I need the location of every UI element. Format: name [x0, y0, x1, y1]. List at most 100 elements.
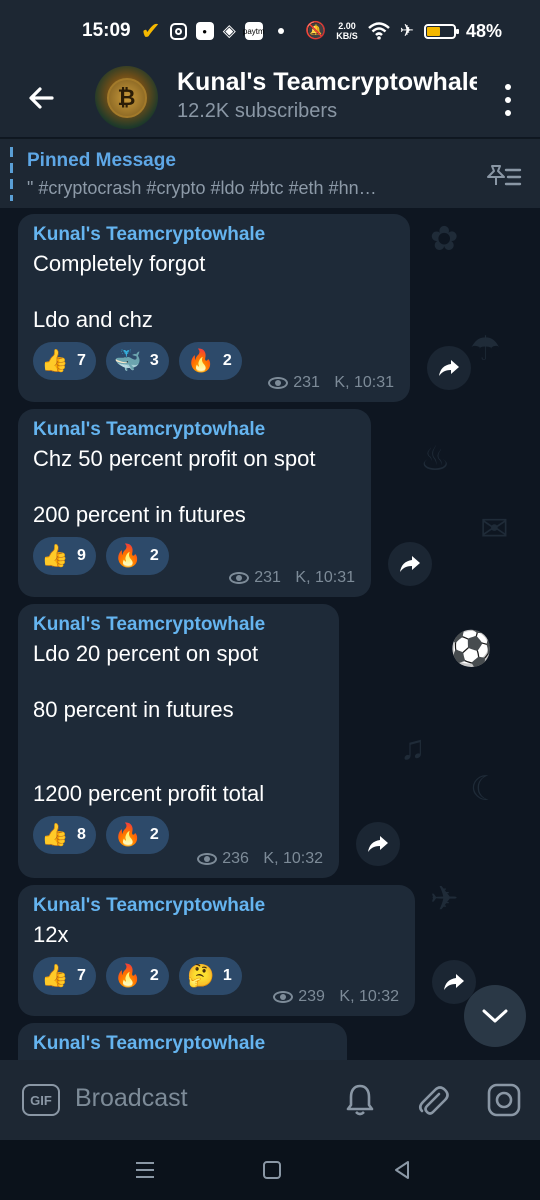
reaction-count: 2	[149, 547, 159, 564]
instagram-icon	[169, 22, 187, 40]
doodle-icon: ✿	[430, 220, 459, 258]
broadcast-input[interactable]: Broadcast	[75, 1084, 188, 1113]
doodle-icon: ✈	[430, 880, 459, 918]
reaction-count: 9	[77, 547, 86, 564]
share-arrow-icon	[444, 974, 464, 990]
fire-icon: 🔥	[114, 963, 142, 988]
thumbs-up-icon: 👍	[41, 963, 69, 988]
reaction-thumbs-up[interactable]: 👍 7	[33, 342, 96, 380]
reaction-thinking[interactable]: 🤔 1	[178, 957, 242, 995]
message-bubble[interactable]: Kunal's Teamcryptowhale Ldo 20 percent o…	[18, 604, 339, 878]
message-author[interactable]: Kunal's Teamcryptowhale	[33, 224, 395, 250]
fire-icon: 🔥	[114, 543, 142, 568]
thumbs-up-icon: 👍	[41, 822, 69, 847]
status-time: 15:09	[82, 20, 131, 41]
attachment-icon[interactable]	[412, 1080, 452, 1120]
app-notification-icon: ●	[195, 22, 214, 40]
signature-time: K, 10:32	[263, 850, 323, 867]
doodle-icon: ♫	[400, 729, 426, 767]
gif-button[interactable]: GIF	[22, 1084, 60, 1116]
message-author[interactable]: Kunal's Teamcryptowhale	[33, 614, 324, 640]
fire-icon: 🔥	[114, 822, 142, 847]
more-notifications-dot	[277, 28, 284, 34]
home-icon[interactable]	[258, 1156, 286, 1184]
camera-icon[interactable]	[484, 1080, 524, 1120]
channel-title[interactable]: Kunal's Teamcryptowhale	[177, 68, 477, 97]
message-meta: 239 K, 10:32	[273, 988, 399, 1006]
message-text: Completely forgot Ldo and chz	[33, 251, 206, 332]
chevron-down-icon	[482, 1009, 508, 1023]
message-bubble[interactable]: Kunal's Teamcryptowhale 12x 👍 7 🔥 2 🤔 1 239…	[18, 885, 415, 1016]
message-author[interactable]: Kunal's Teamcryptowhale	[33, 895, 400, 921]
message-bubble[interactable]: Kunal's Teamcryptowhale	[18, 1023, 347, 1060]
message-bubble[interactable]: Kunal's Teamcryptowhale Completely forgo…	[18, 214, 410, 402]
paytm-icon: paytm	[243, 22, 265, 40]
message-list[interactable]: ✿ ☂ ♨ ✉ ⚽ ♫ ☾ ✈ Kunal's Teamcryptowhale …	[0, 209, 540, 1060]
doodle-icon: ☂	[470, 330, 501, 368]
eye-icon	[273, 991, 294, 1003]
reaction-thumbs-up[interactable]: 👍 8	[33, 816, 96, 854]
reaction-fire[interactable]: 🔥 2	[105, 957, 169, 995]
message-meta: 231 K, 10:31	[229, 569, 355, 587]
bell-icon[interactable]	[340, 1080, 380, 1120]
bitcoin-icon: ₿	[106, 77, 147, 118]
eye-icon	[229, 572, 250, 584]
reaction-fire[interactable]: 🔥 2	[178, 342, 242, 380]
message-text: 12x	[33, 922, 69, 947]
thinking-face-icon: 🤔	[187, 963, 215, 988]
reaction-count: 2	[222, 352, 232, 369]
forward-button[interactable]	[356, 822, 400, 866]
message-text: Ldo 20 percent on spot 80 percent in fut…	[33, 641, 265, 806]
channel-avatar[interactable]: ₿	[95, 66, 158, 129]
chat-header: ₿ Kunal's Teamcryptowhale 12.2K subscrib…	[0, 62, 540, 137]
back-triangle-icon[interactable]	[388, 1156, 416, 1184]
fire-icon: 🔥	[187, 348, 215, 373]
forward-button[interactable]	[388, 542, 432, 586]
share-arrow-icon	[400, 556, 420, 572]
checkmark-icon: ✔	[140, 17, 161, 45]
pinned-message-bar[interactable]: Pinned Message " #cryptocrash #crypto #l…	[0, 138, 540, 208]
view-count: 231	[293, 374, 320, 391]
forward-button[interactable]	[427, 346, 471, 390]
pinned-text: " #cryptocrash #crypto #ldo #btc #eth #h…	[27, 178, 377, 198]
doodle-icon: ✉	[480, 510, 509, 548]
composer-bar: GIF Broadcast	[0, 1060, 540, 1140]
status-bar: 15:09 ✔ ● ◈ paytm 🔕 2.00 KB/S ✈ 48%	[0, 0, 540, 62]
reaction-fire[interactable]: 🔥 2	[105, 537, 169, 575]
reaction-count: 1	[222, 967, 232, 984]
doodle-icon: ⚽	[450, 630, 493, 668]
more-options-button[interactable]	[502, 80, 514, 120]
reaction-thumbs-up[interactable]: 👍 7	[33, 957, 96, 995]
reaction-thumbs-up[interactable]: 👍 9	[33, 537, 96, 575]
signature-time: K, 10:32	[339, 988, 399, 1005]
pinned-indicator	[10, 147, 13, 201]
back-button[interactable]	[22, 78, 62, 118]
reaction-count: 3	[149, 352, 159, 369]
thumbs-up-icon: 👍	[41, 348, 69, 373]
view-count: 239	[298, 988, 325, 1005]
network-speed-unit: KB/S	[336, 31, 358, 41]
reaction-count: 8	[77, 826, 86, 843]
airplane-icon: ✈	[399, 21, 414, 40]
message-author[interactable]: Kunal's Teamcryptowhale	[33, 419, 356, 445]
reaction-count: 2	[149, 967, 159, 984]
signature-time: K, 10:31	[295, 569, 355, 586]
share-arrow-icon	[439, 360, 459, 376]
reaction-fire[interactable]: 🔥 2	[105, 816, 169, 854]
scroll-down-button[interactable]	[464, 985, 526, 1047]
battery-fill	[426, 26, 441, 36]
reaction-list: 👍 8 🔥 2	[33, 816, 324, 854]
message-author[interactable]: Kunal's Teamcryptowhale	[33, 1033, 332, 1059]
pin-list-icon[interactable]	[484, 161, 522, 189]
pinned-label: Pinned Message	[27, 150, 176, 171]
reaction-whale[interactable]: 🐳 3	[105, 342, 169, 380]
message-bubble[interactable]: Kunal's Teamcryptowhale Chz 50 percent p…	[18, 409, 371, 597]
battery-icon	[423, 23, 459, 39]
message-text: Chz 50 percent profit on spot 200 percen…	[33, 446, 316, 527]
view-count: 236	[222, 850, 249, 867]
menu-icon[interactable]	[131, 1156, 159, 1184]
eye-icon	[197, 853, 218, 865]
system-nav-bar	[0, 1140, 540, 1200]
doodle-icon: ♨	[420, 440, 451, 478]
view-count: 231	[254, 569, 281, 586]
